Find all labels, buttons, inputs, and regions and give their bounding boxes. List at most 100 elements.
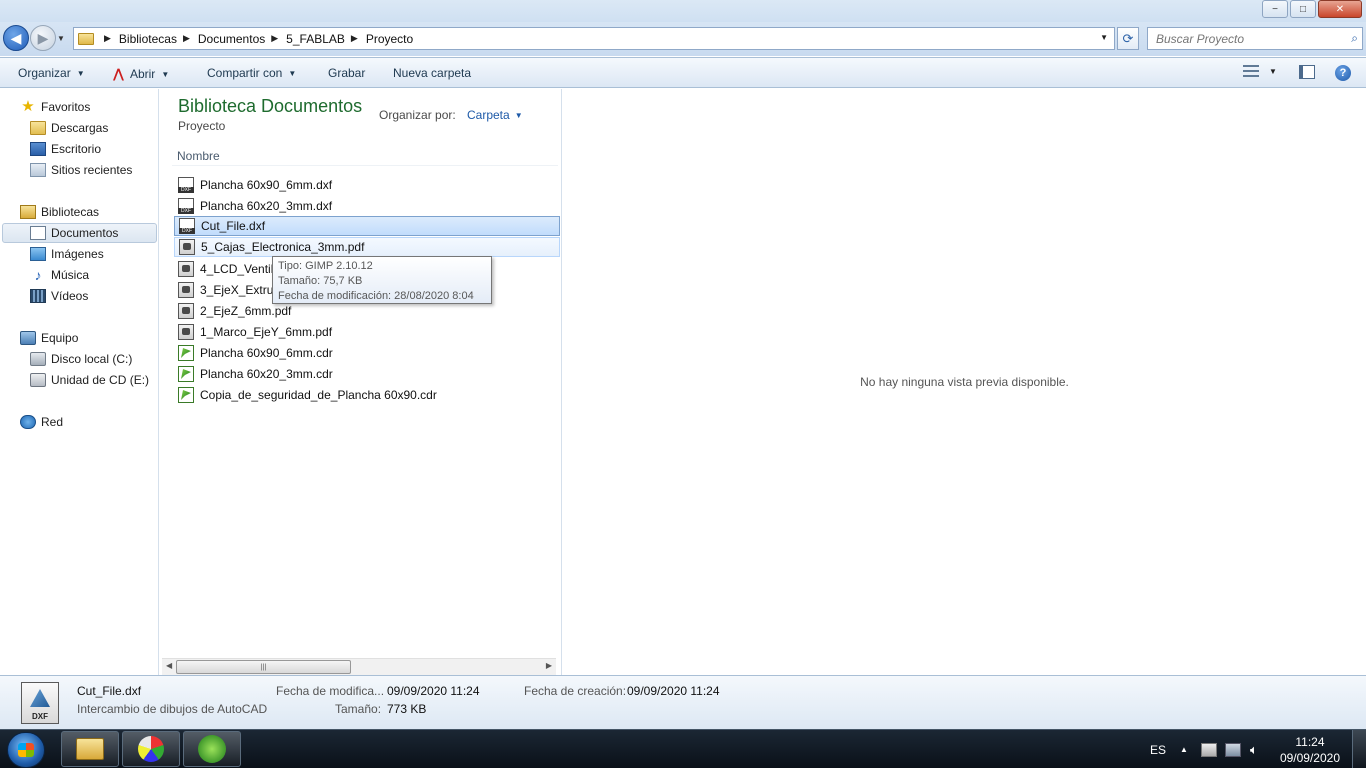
- action-center-button[interactable]: [1201, 730, 1217, 768]
- dxf-file-icon: [179, 218, 195, 234]
- search-box[interactable]: ⌕: [1147, 27, 1363, 50]
- clock[interactable]: 11:24 09/09/2020: [1280, 734, 1340, 766]
- breadcrumb-root[interactable]: ▶: [98, 33, 119, 44]
- grip-icon: |||: [260, 663, 267, 671]
- cdr-file-icon: [178, 387, 194, 403]
- file-tooltip: Tipo: GIMP 2.10.12 Tamaño: 75,7 KB Fecha…: [272, 256, 492, 304]
- nav-item-sitios-recientes[interactable]: Sitios recientes: [30, 161, 132, 179]
- command-bar: Organizar ▼ ⋀ Abrir ▼ Compartir con ▼ Grabar…: [0, 57, 1366, 88]
- nav-item-imagenes[interactable]: Imágenes: [30, 245, 104, 263]
- details-file-type: Intercambio de dibujos de AutoCAD: [77, 702, 268, 716]
- search-icon[interactable]: ⌕: [1351, 31, 1358, 46]
- file-row[interactable]: 1_Marco_EjeY_6mm.pdf: [174, 322, 560, 342]
- file-row[interactable]: Plancha 60x90_6mm.cdr: [174, 343, 560, 363]
- help-button[interactable]: ?: [1335, 65, 1351, 81]
- share-button[interactable]: Compartir con ▼: [207, 66, 296, 80]
- file-row-selected[interactable]: Cut_File.dxf: [174, 216, 560, 236]
- file-name: Cut_File.dxf: [201, 219, 266, 233]
- nav-item-escritorio[interactable]: Escritorio: [30, 140, 101, 158]
- forward-arrow-icon: ▶: [37, 29, 49, 46]
- burn-button[interactable]: Grabar: [328, 66, 365, 80]
- column-header-name[interactable]: Nombre: [177, 149, 220, 163]
- videos-icon: [30, 289, 46, 303]
- file-name: Plancha 60x20_3mm.cdr: [200, 367, 333, 381]
- nav-item-videos[interactable]: Vídeos: [30, 287, 88, 305]
- refresh-button[interactable]: ⟳: [1117, 27, 1139, 50]
- pdf-file-icon: [178, 303, 194, 319]
- view-options-button[interactable]: ▼: [1243, 65, 1277, 77]
- nav-item-unidad-cd[interactable]: Unidad de CD (E:): [30, 371, 149, 389]
- title-bar: − □ ✕: [0, 0, 1366, 22]
- back-button[interactable]: ◀: [3, 25, 29, 51]
- nav-item-equipo[interactable]: Equipo: [20, 329, 78, 347]
- preview-pane: No hay ninguna vista previa disponible.: [561, 89, 1366, 675]
- maximize-button[interactable]: □: [1290, 0, 1316, 18]
- search-input[interactable]: [1148, 28, 1338, 49]
- horizontal-scrollbar[interactable]: ◀ ||| ▶: [162, 658, 556, 675]
- coreldraw-icon: [198, 735, 226, 763]
- volume-button[interactable]: 🔈︎: [1250, 730, 1258, 768]
- file-row[interactable]: Copia_de_seguridad_de_Plancha 60x90.cdr: [174, 385, 560, 405]
- new-folder-label: Nueva carpeta: [393, 66, 472, 80]
- nav-label: Disco local (C:): [51, 352, 133, 366]
- organize-label: Organizar: [18, 66, 71, 80]
- close-button[interactable]: ✕: [1318, 0, 1362, 18]
- arrange-by-value: Carpeta: [467, 108, 510, 122]
- new-folder-button[interactable]: Nueva carpeta: [393, 66, 471, 80]
- breadcrumb-documentos[interactable]: Documentos ▶: [198, 32, 286, 46]
- show-hidden-icons-button[interactable]: ▲: [1180, 730, 1188, 768]
- nav-item-documentos[interactable]: Documentos: [2, 223, 157, 243]
- chevron-right-icon: ▶: [271, 33, 279, 43]
- details-modified-label: Fecha de modifica...: [276, 684, 385, 698]
- recent-pages-dropdown[interactable]: ▼: [57, 34, 65, 43]
- arrange-by-dropdown[interactable]: Carpeta ▼: [467, 108, 523, 122]
- taskbar-paint-button[interactable]: [122, 731, 180, 767]
- address-bar[interactable]: ▶ Bibliotecas ▶ Documentos ▶ 5_FABLAB ▶ Pro…: [73, 27, 1115, 50]
- file-row[interactable]: Plancha 60x90_6mm.dxf: [174, 175, 560, 195]
- flag-warning-icon: [1201, 742, 1217, 757]
- start-button[interactable]: [7, 732, 45, 768]
- network-tray-button[interactable]: [1225, 730, 1241, 768]
- burn-label: Grabar: [328, 66, 366, 80]
- forward-button[interactable]: ▶: [30, 25, 56, 51]
- organize-button[interactable]: Organizar ▼: [18, 66, 85, 80]
- nav-item-disco-local[interactable]: Disco local (C:): [30, 350, 132, 368]
- help-icon: ?: [1335, 65, 1351, 81]
- file-row[interactable]: Plancha 60x20_3mm.dxf: [174, 196, 560, 216]
- details-created-label: Fecha de creación:: [524, 684, 627, 698]
- paint-palette-icon: [138, 736, 164, 762]
- show-desktop-button[interactable]: [1352, 730, 1366, 768]
- taskbar-coreldraw-button[interactable]: [183, 731, 241, 767]
- file-row-hovered[interactable]: 5_Cajas_Electronica_3mm.pdf: [174, 237, 560, 257]
- taskbar-explorer-button[interactable]: [61, 731, 119, 767]
- dxf-file-icon: [178, 177, 194, 193]
- language-indicator[interactable]: ES: [1150, 730, 1166, 768]
- nav-label: Documentos: [51, 226, 119, 240]
- breadcrumb-fablab[interactable]: 5_FABLAB ▶: [286, 32, 366, 46]
- file-row[interactable]: 2_EjeZ_6mm.pdf: [174, 301, 560, 321]
- preview-pane-button[interactable]: [1299, 65, 1315, 79]
- file-row[interactable]: Plancha 60x20_3mm.cdr: [174, 364, 560, 384]
- tooltip-modified: Fecha de modificación: 28/08/2020 8:04: [278, 290, 474, 302]
- minimize-button[interactable]: −: [1262, 0, 1288, 18]
- nav-item-bibliotecas[interactable]: Bibliotecas: [20, 203, 99, 221]
- nav-item-favoritos[interactable]: ★ Favoritos: [20, 98, 90, 116]
- file-name: Copia_de_seguridad_de_Plancha 60x90.cdr: [200, 388, 437, 402]
- breadcrumb-label: 5_FABLAB: [286, 31, 345, 46]
- nav-item-musica[interactable]: ♪ Música: [30, 266, 90, 284]
- scroll-left-icon[interactable]: ◀: [166, 661, 172, 670]
- address-history-dropdown[interactable]: ▼: [1100, 33, 1108, 42]
- nav-label: Sitios recientes: [51, 163, 133, 177]
- window-controls: − □ ✕: [1260, 0, 1362, 18]
- open-button[interactable]: ⋀ Abrir ▼: [113, 66, 169, 82]
- breadcrumb-proyecto[interactable]: Proyecto: [366, 32, 413, 46]
- breadcrumb-bibliotecas[interactable]: Bibliotecas ▶: [119, 32, 198, 46]
- chevron-down-icon: ▼: [161, 69, 170, 79]
- nav-label: Escritorio: [51, 142, 102, 156]
- scrollbar-thumb[interactable]: |||: [176, 660, 351, 674]
- nav-item-red[interactable]: Red: [20, 413, 63, 431]
- pdf-file-icon: [178, 261, 194, 277]
- scroll-right-icon[interactable]: ▶: [546, 661, 552, 670]
- chevron-right-icon: ▶: [182, 33, 190, 43]
- nav-item-descargas[interactable]: Descargas: [30, 119, 108, 137]
